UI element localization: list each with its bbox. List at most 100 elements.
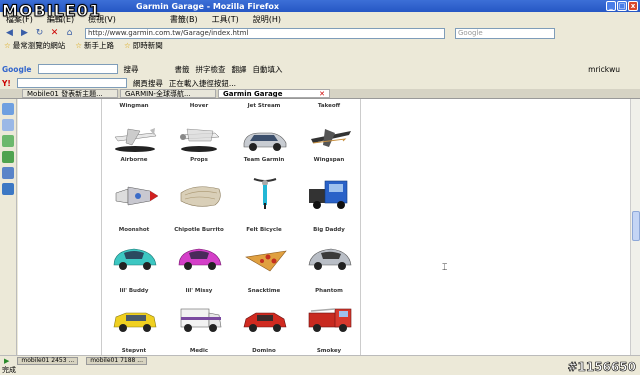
google-toolbar: Google 搜尋 書籤 拼字檢查 翻譯 自動填入 mrickwu [0,62,640,76]
search-input[interactable]: Google [455,27,555,39]
vehicle-label: lil' Missy [185,288,213,294]
team-garmin-car-icon[interactable] [240,121,290,155]
tab-close-icon[interactable]: ✕ [319,90,325,97]
reload-icon[interactable]: ↻ [34,28,45,39]
vehicle-label: lil' Buddy [119,288,149,294]
phantom-car-icon[interactable] [305,241,355,275]
tab-garmin-garage[interactable]: Garmin Garage ✕ [218,89,330,98]
vehicle-label: Snacktime [247,288,281,294]
vehicle-label: Team Garmin [243,157,285,163]
vehicle-label: Phantom [315,288,343,294]
start-button-icon[interactable]: ▶ [4,357,9,365]
lil-missy-car-icon[interactable] [175,241,225,275]
sidebar [0,99,17,355]
window-title: Garmin Garage - Mozilla Firefox [136,1,280,11]
sidebar-globe-icon[interactable] [2,183,14,195]
sidebar-bookmark-icon[interactable] [2,103,14,115]
url-text: http://www.garmin.com.tw/Garage/index.ht… [88,29,249,37]
sidebar-puzzle-icon[interactable] [2,151,14,163]
google-translate-button[interactable]: 翻譯 [232,64,247,75]
vehicle-label: Medic [189,348,209,354]
airborne-plane-icon[interactable] [110,119,160,153]
stop-icon[interactable]: ✕ [49,28,60,39]
vehicle-label: Domino [252,348,276,354]
bookmark-getting-started[interactable]: 新手上路 [75,40,114,51]
vehicle-label: Wingman [119,103,149,109]
medic-ambulance-icon[interactable] [175,301,225,335]
vehicle-label: Big Daddy [313,227,345,233]
vehicle-label: Props [190,157,208,163]
back-icon[interactable]: ◀ [4,28,15,39]
page-content: Wingman Hover Jet Stream Takeoff Airborn… [18,99,630,355]
garage-panel: Wingman Hover Jet Stream Takeoff Airborn… [101,99,361,355]
watermark-logo-text: MOBILE01 [1,1,102,21]
props-plane-icon[interactable] [175,119,225,153]
yahoo-web-search-button[interactable]: 網頁搜尋 [133,78,163,89]
vehicle-label: Felt Bicycle [246,227,282,233]
url-field[interactable]: http://www.garmin.com.tw/Garage/index.ht… [85,27,445,39]
vehicle-label: Smokey [316,348,342,354]
google-search-input[interactable] [37,64,118,74]
search-placeholder: Google [458,29,483,37]
vehicle-label: Chipotle Burrito [174,227,224,233]
tab-label: Mobile01 發表新主題... [27,89,103,98]
google-brand: Google [2,64,32,74]
watermark-id: #1156650 [567,360,636,375]
bookmarks-toolbar: 最常瀏覽的網站 新手上路 即時新聞 [0,40,640,51]
yahoo-loading-text: 正在載入捷徑按鈕... [168,78,237,88]
browser-window: MOBILE01 Garmin Garage - Mozilla Firefox… [0,0,640,375]
bookmark-latest-news[interactable]: 即時新聞 [124,40,163,51]
tab-mobile01[interactable]: Mobile01 發表新主題... [22,89,118,98]
navigation-toolbar: ◀ ▶ ↻ ✕ ⌂ http://www.garmin.com.tw/Garag… [0,26,640,40]
domino-car-icon[interactable] [240,303,290,337]
minimize-button[interactable]: _ [606,1,616,11]
chipotle-burrito-icon[interactable] [175,179,225,213]
yahoo-toolbar: Y! 網頁搜尋 正在載入捷徑按鈕... [0,76,640,90]
big-daddy-truck-icon[interactable] [305,177,355,211]
menu-tools[interactable]: 工具(T) [210,14,241,25]
tab-label: Garmin Garage [223,89,283,98]
mobile01-logo: MOBILE01 [1,1,124,25]
vertical-scrollbar[interactable] [630,99,640,355]
vehicle-label: Hover [189,103,209,109]
scrollbar-thumb[interactable] [632,211,640,241]
menu-bookmarks[interactable]: 書籤(B) [168,14,200,25]
menu-help[interactable]: 說明(H) [251,14,283,25]
sidebar-addon-icon[interactable] [2,135,14,147]
snacktime-pizza-icon[interactable] [240,243,290,277]
vehicle-label: Wingspan [313,157,345,163]
yahoo-search-input[interactable] [16,78,127,88]
taskbar: ▶ mobile01 2453 ... mobile01 7188 ... [0,355,640,365]
tab-label: GARMIN-全球導航... [125,89,191,98]
stepvnt-taxi-icon[interactable] [110,303,160,337]
close-window-button[interactable]: x [628,1,638,11]
taskbar-item[interactable]: mobile01 2453 ... [17,356,79,365]
lil-buddy-car-icon[interactable] [110,241,160,275]
wingspan-plane-icon[interactable] [305,119,355,153]
home-icon[interactable]: ⌂ [64,28,75,39]
google-spellcheck-button[interactable]: 拼字檢查 [196,64,226,75]
status-text: 完成 [2,366,16,374]
tab-garmin-global[interactable]: GARMIN-全球導航... [120,89,216,98]
sidebar-history-icon[interactable] [2,119,14,131]
vehicle-label: Airborne [120,157,148,163]
maximize-button[interactable]: □ [617,1,627,11]
moonshot-rocket-icon[interactable] [110,179,160,213]
tab-bar: Mobile01 發表新主題... GARMIN-全球導航... Garmin … [0,89,640,99]
smokey-firetruck-icon[interactable] [305,301,355,335]
google-user[interactable]: mrickwu [588,65,620,74]
felt-bicycle-icon[interactable] [240,175,290,209]
google-bookmarks-button[interactable]: 書籤 [175,64,190,75]
vehicle-label: Stepvnt [121,348,147,354]
mouse-cursor-icon: ⌶ [442,263,448,273]
taskbar-item[interactable]: mobile01 7188 ... [86,356,147,365]
bookmark-most-visited[interactable]: 最常瀏覽的網站 [4,40,66,51]
google-autofill-button[interactable]: 自動填入 [253,64,283,75]
yahoo-brand: Y! [2,78,11,88]
forward-icon[interactable]: ▶ [19,28,30,39]
google-search-button[interactable]: 搜尋 [124,64,139,75]
vehicle-label: Moonshot [118,227,150,233]
status-bar: 完成 [0,365,640,375]
sidebar-gear-icon[interactable] [2,167,14,179]
vehicle-label: Takeoff [317,103,341,109]
